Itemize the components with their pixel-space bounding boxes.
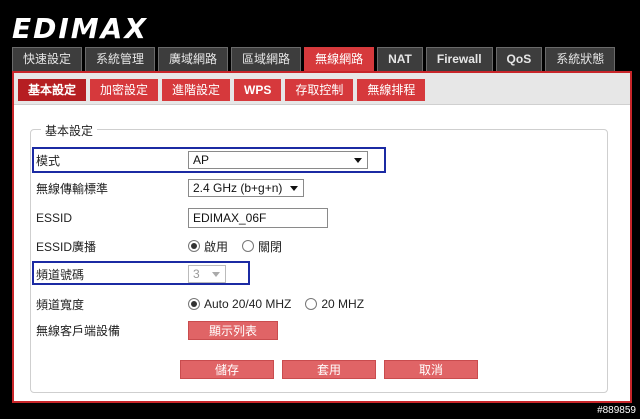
row-clients: 無線客戶端設備 顯示列表 [36,319,278,341]
essid-input[interactable]: EDIMAX_06F [188,208,328,228]
row-band: 無線傳輸標準 2.4 GHz (b+g+n) [36,177,304,199]
subtab-schedule[interactable]: 無線排程 [357,79,426,101]
channel-value: 3 [193,267,200,281]
save-button[interactable]: 儲存 [180,360,274,379]
tab-wireless[interactable]: 無線網路 [304,47,375,71]
action-buttons: 儲存 套用 取消 [180,360,486,379]
broadcast-label: ESSID廣播 [36,239,97,254]
tab-nat[interactable]: NAT [377,47,423,71]
tab-firewall[interactable]: Firewall [425,47,493,71]
broadcast-on-radio[interactable] [188,240,200,252]
channel-label: 頻道號碼 [36,267,85,282]
row-channel: 頻道號碼 3 [36,263,226,285]
band-select[interactable]: 2.4 GHz (b+g+n) [188,179,304,197]
tab-status[interactable]: 系統狀態 [545,47,616,71]
cancel-button[interactable]: 取消 [384,360,478,379]
group-legend: 基本設定 [41,122,98,139]
subtab-advanced[interactable]: 進階設定 [162,79,231,101]
chevron-down-icon [212,272,220,277]
chevron-down-icon [354,158,362,163]
tab-wan[interactable]: 廣域網路 [158,47,229,71]
width-auto-radio[interactable] [188,298,200,310]
broadcast-on-label: 啟用 [204,239,229,254]
show-list-button[interactable]: 顯示列表 [188,320,278,340]
broadcast-off-radio[interactable] [242,240,255,252]
subtab-basic[interactable]: 基本設定 [18,79,87,101]
band-value: 2.4 GHz (b+g+n) [193,181,283,195]
row-mode: 模式 AP [36,149,368,171]
row-channel-width: 頻道寬度 Auto 20/40 MHZ 20 MHZ [36,293,378,315]
edimax-logo: EDIMAX [12,12,148,45]
content-panel: 基本設定 加密設定 進階設定 WPS 存取控制 無線排程 基本設定 模式 AP … [12,71,632,403]
watermark-text: #889859 [597,405,636,416]
apply-button[interactable]: 套用 [282,360,376,379]
essid-label: ESSID [36,211,73,225]
width-label: 頻道寬度 [36,297,85,312]
row-essid-broadcast: ESSID廣播 啟用 關閉 [36,235,296,257]
row-essid: ESSID EDIMAX_06F [36,207,328,229]
mode-label: 模式 [36,153,61,168]
subtab-access-control[interactable]: 存取控制 [285,79,354,101]
main-nav-tabs: 快速設定 系統管理 廣域網路 區域網路 無線網路 NAT Firewall Qo… [12,47,618,71]
tab-qos[interactable]: QoS [495,47,543,71]
width-20-radio[interactable] [305,298,318,310]
width-20-label: 20 MHZ [321,297,365,311]
broadcast-off-label: 關閉 [258,239,283,254]
mode-value: AP [193,153,210,167]
tab-quick-setup[interactable]: 快速設定 [12,47,83,71]
channel-select[interactable]: 3 [188,265,226,283]
chevron-down-icon [290,186,298,191]
band-label: 無線傳輸標準 [36,181,109,196]
width-auto-label: Auto 20/40 MHZ [204,297,292,311]
clients-label: 無線客戶端設備 [36,323,121,338]
tab-system[interactable]: 系統管理 [85,47,156,71]
sub-nav-tabs: 基本設定 加密設定 進階設定 WPS 存取控制 無線排程 [14,73,630,105]
mode-select[interactable]: AP [188,151,368,169]
subtab-security[interactable]: 加密設定 [90,79,159,101]
tab-lan[interactable]: 區域網路 [231,47,302,71]
subtab-wps[interactable]: WPS [234,79,282,101]
